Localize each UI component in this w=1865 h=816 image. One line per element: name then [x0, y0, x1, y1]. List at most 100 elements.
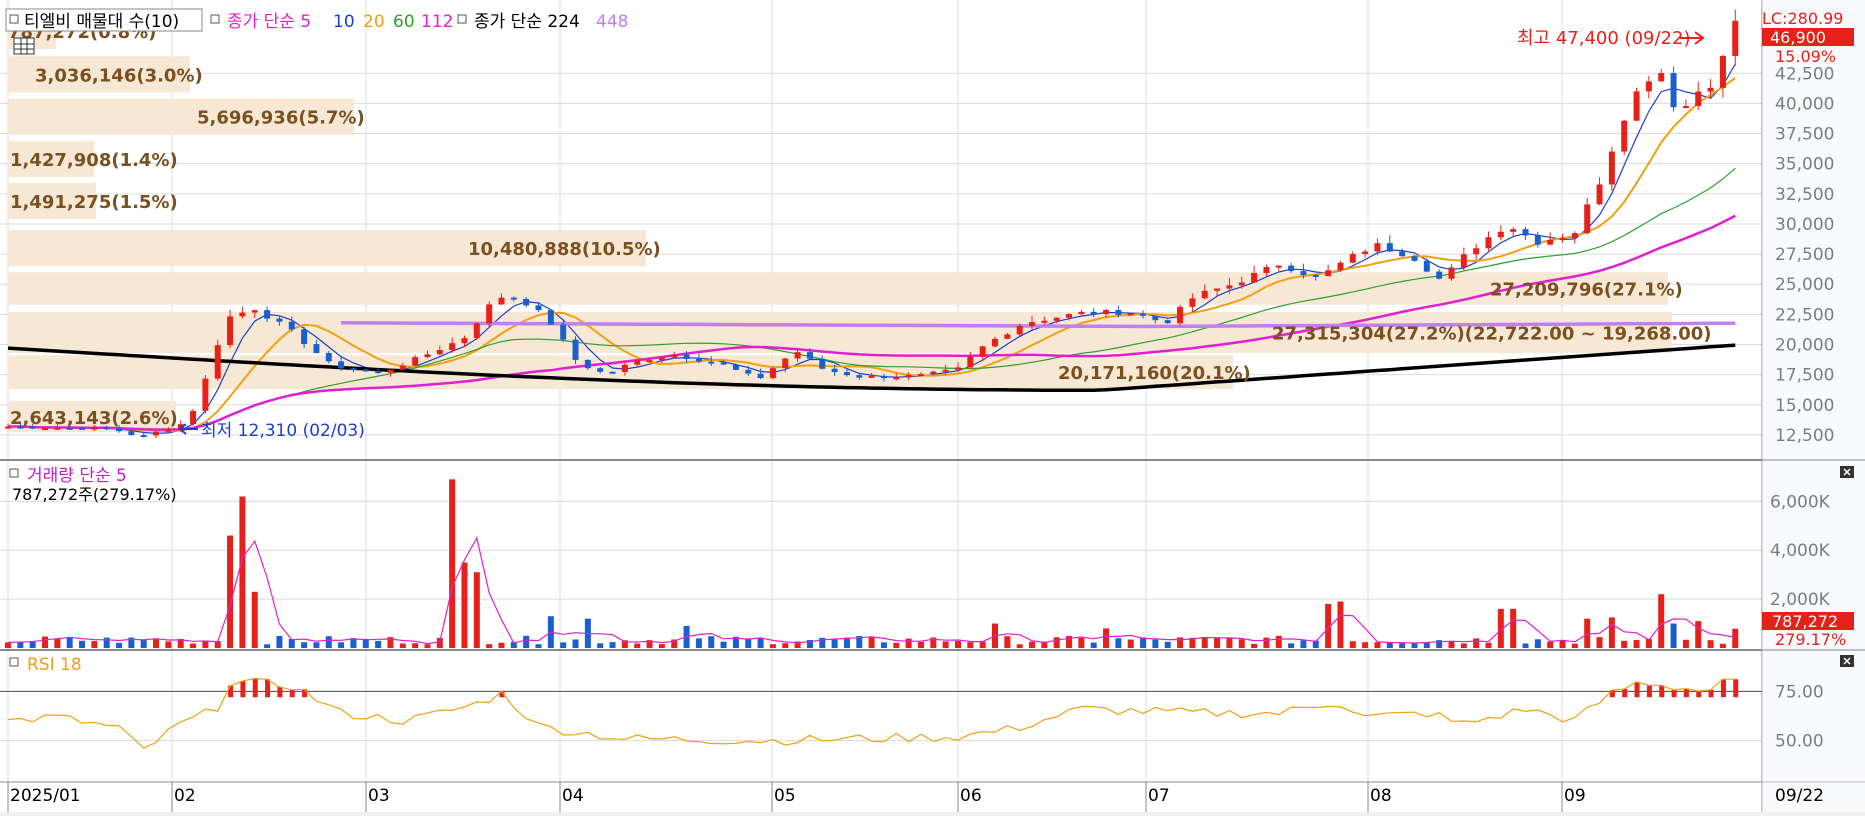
volume-bar [313, 642, 320, 648]
volume-bar [325, 636, 332, 648]
candle-down [695, 358, 702, 362]
candle-up [436, 349, 443, 355]
volume-bar [498, 642, 505, 648]
profile-label: 1,427,908(1.4%) [10, 150, 178, 171]
volume-bar [917, 641, 924, 648]
volume-bar [301, 642, 308, 648]
candle-down [609, 371, 616, 374]
legend-profile: 티엘비 매물대 수(10) [24, 12, 179, 32]
candle-up [979, 346, 986, 357]
candle-up [992, 338, 999, 347]
candle-up [868, 375, 875, 378]
volume-bar [103, 637, 110, 648]
volume-bar [1695, 621, 1702, 648]
volume-bar [461, 562, 468, 648]
candle-up [1177, 306, 1184, 324]
time-tick-label: 06 [960, 786, 982, 806]
profile-label: 5,696,936(5.7%) [197, 108, 365, 129]
candle-up [424, 354, 431, 358]
profile-label: 10,480,888(10.5%) [468, 239, 661, 260]
candle-down [523, 298, 530, 306]
candle-up [1103, 310, 1110, 315]
candle-up [1473, 248, 1480, 255]
volume-bar [1288, 643, 1295, 648]
candle-down [350, 368, 357, 371]
volume-bar [1719, 643, 1726, 648]
candle-up [782, 358, 789, 369]
volume-bar [1078, 637, 1085, 648]
volume-bar [1399, 643, 1406, 648]
volume-bar [954, 641, 961, 648]
candle-up [893, 377, 900, 380]
candle-up [239, 312, 246, 317]
candle-up [905, 374, 912, 378]
candle-up [942, 369, 949, 372]
volume-bar [560, 642, 567, 648]
volume-bar [1460, 643, 1467, 648]
candle-up [387, 369, 394, 373]
candle-down [1140, 313, 1147, 316]
legend-ma448: 448 [596, 12, 628, 32]
volume-bar [1386, 642, 1393, 648]
candle-up [227, 316, 234, 346]
svg-text:최저 12,310 (02/03): 최저 12,310 (02/03) [201, 421, 365, 441]
profile-label: 20,171,160(20.1%) [1058, 363, 1251, 384]
volume-bar [942, 641, 949, 648]
legend-volume: 거래량 단순 5 [27, 466, 127, 486]
legend-ma112: 112 [421, 12, 453, 32]
candle-down [264, 310, 271, 319]
volume-bar [769, 644, 776, 648]
candle-up [634, 360, 641, 365]
grid-table-icon[interactable] [13, 37, 35, 55]
last-date-label: 09/22 [1775, 786, 1824, 806]
time-tick-label: 02 [174, 786, 196, 806]
candle-up [1127, 313, 1134, 316]
candle-up [1066, 314, 1073, 318]
candle-up [1004, 334, 1011, 339]
legend-ma224: 종가 단순 224 [474, 12, 580, 32]
candle-up [202, 378, 209, 411]
candle-up [1029, 322, 1036, 326]
time-tick-label: 03 [368, 786, 390, 806]
volume-bar [1275, 635, 1282, 648]
volume-bar [658, 644, 665, 648]
volume-bar [1362, 642, 1369, 648]
candle-down [375, 371, 382, 374]
volume-bar [1608, 617, 1615, 648]
candle-up [449, 343, 456, 350]
volume-bar [708, 636, 715, 648]
candle-down [1411, 256, 1418, 261]
volume-bar [1251, 643, 1258, 648]
candle-up [1596, 184, 1603, 205]
candle-down [757, 373, 764, 379]
candle-up [967, 356, 974, 368]
volume-bar [1485, 642, 1492, 648]
volume-bar [190, 643, 197, 648]
candle-up [917, 374, 924, 377]
lc-label: LC:280.99 [1762, 9, 1843, 28]
volume-bar [1127, 639, 1134, 648]
volume-bar [486, 644, 493, 648]
candle-down [745, 369, 752, 374]
volume-bar [1670, 623, 1677, 648]
volume-bar [424, 644, 431, 648]
chart-canvas[interactable]: 787,272(0.8%)3,036,146(3.0%)5,696,936(5.… [0, 0, 1865, 812]
candle-up [1658, 73, 1665, 82]
volume-bar [1473, 638, 1480, 648]
volume-bar [1596, 637, 1603, 648]
candle-down [856, 375, 863, 378]
volume-close-icon[interactable] [1840, 466, 1854, 478]
candle-up [1547, 239, 1554, 245]
candle-up [794, 352, 801, 359]
rsi-close-icon[interactable] [1840, 655, 1854, 667]
volume-bar [1448, 641, 1455, 648]
candle-down [325, 353, 332, 362]
candle-down [116, 428, 123, 432]
svg-text:46,900: 46,900 [1770, 28, 1826, 47]
candle-down [1152, 315, 1159, 321]
svg-text:279.17%: 279.17% [1775, 630, 1846, 649]
candle-down [547, 310, 554, 325]
candle-up [1078, 311, 1085, 315]
volume-bar [1238, 639, 1245, 648]
candle-up [1584, 204, 1591, 234]
